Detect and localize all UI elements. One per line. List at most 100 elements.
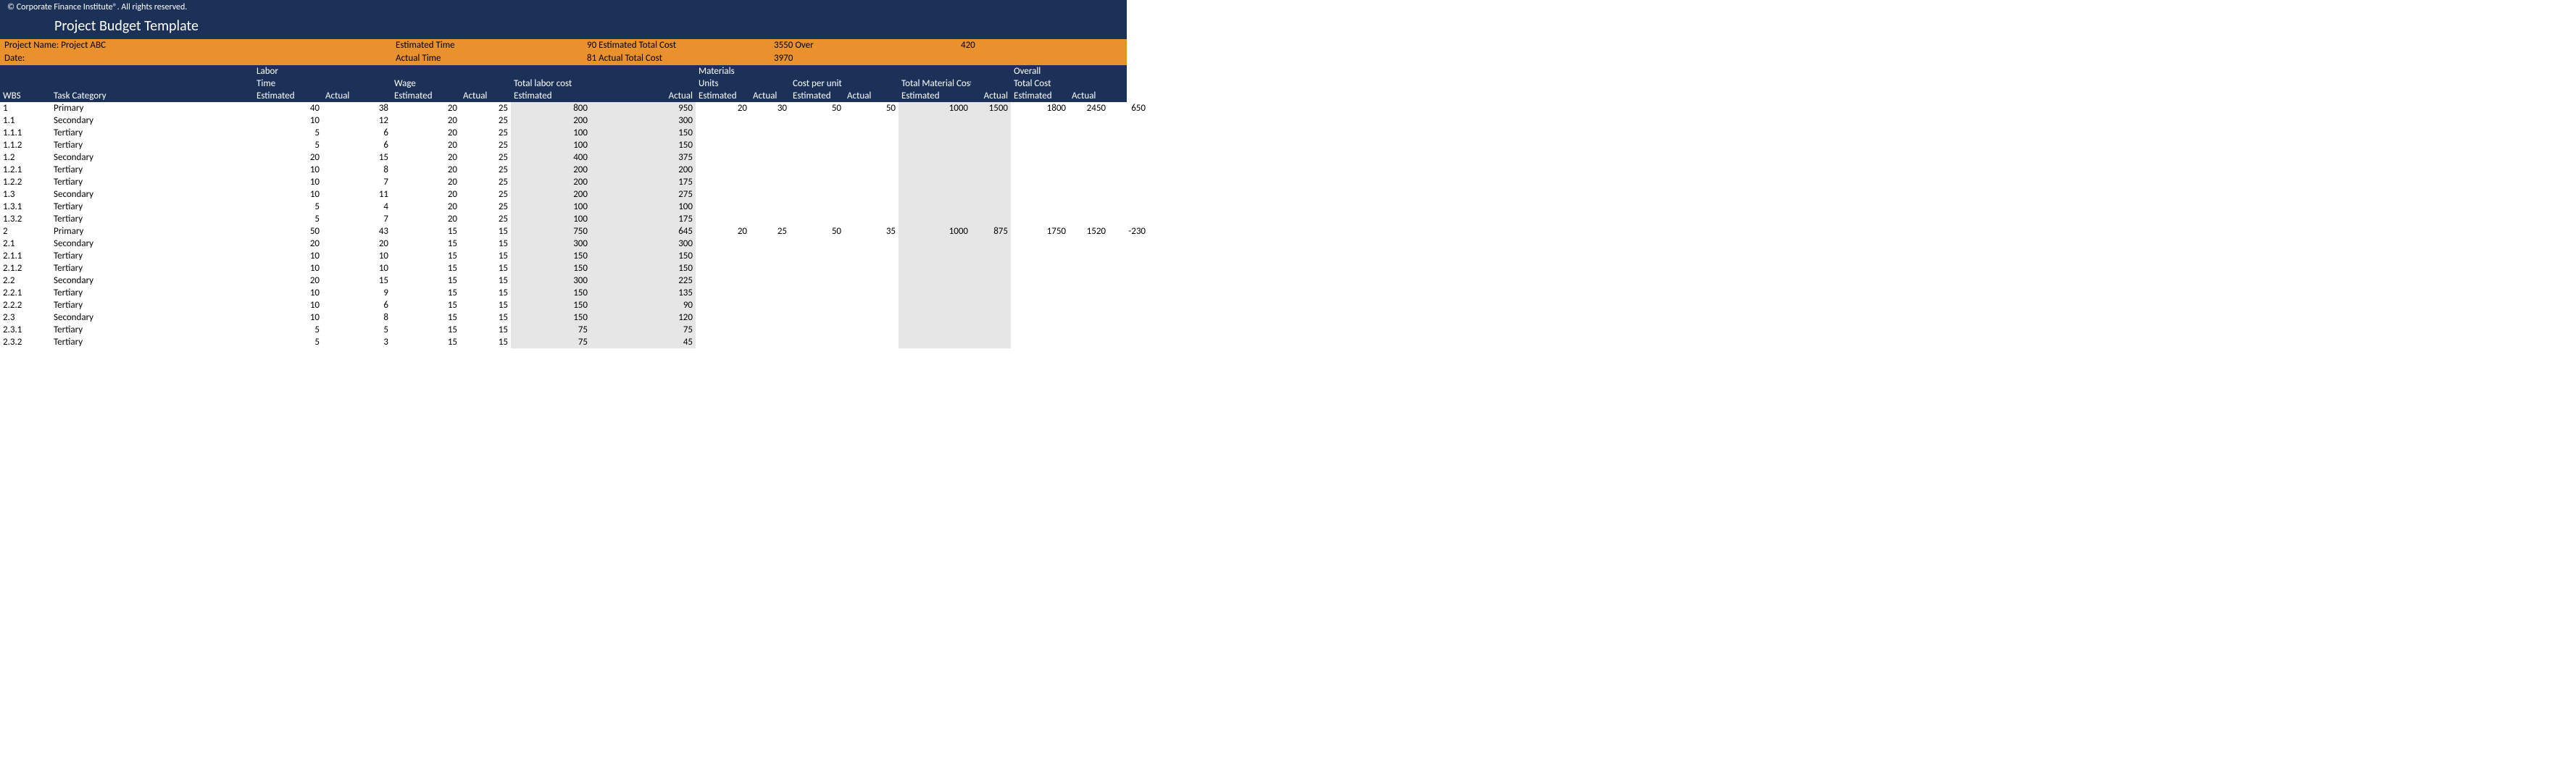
cell-cpa	[844, 213, 899, 225]
hdr-cpu-act: Actual	[844, 90, 899, 102]
cell-oa: 2450	[1069, 102, 1109, 114]
table-row: 2.3.1Tertiary5515157575	[0, 324, 1149, 336]
hdr-tmc-est: Estimated	[899, 90, 971, 102]
cell-cpa	[844, 274, 899, 287]
cell-ue	[696, 127, 750, 139]
cell-diff	[1109, 250, 1149, 262]
cell-ue	[696, 201, 750, 213]
cell-tme	[899, 188, 971, 201]
cell-cpa	[844, 287, 899, 299]
cell-task: Primary	[51, 102, 254, 114]
cell-ta: 15	[322, 274, 391, 287]
cell-wa: 15	[460, 311, 511, 324]
cell-task: Tertiary	[51, 262, 254, 274]
hdr-tlc-est: Estimated	[511, 90, 591, 102]
cell-tma	[971, 213, 1011, 225]
cell-oe	[1011, 164, 1069, 176]
cell-tla: 300	[591, 114, 696, 127]
cell-diff	[1109, 274, 1149, 287]
cell-we: 15	[391, 311, 460, 324]
cell-oa	[1069, 274, 1109, 287]
cell-oa	[1069, 311, 1109, 324]
cell-diff	[1109, 201, 1149, 213]
cell-te: 10	[254, 250, 322, 262]
cell-te: 10	[254, 299, 322, 311]
cell-tma	[971, 114, 1011, 127]
hdr-materials: Materials	[696, 65, 750, 77]
est-cost-label: Estimated Total Cost	[599, 40, 676, 51]
cell-diff	[1109, 299, 1149, 311]
cell-tle: 150	[511, 311, 591, 324]
cell-ua	[750, 324, 790, 336]
cell-ta: 10	[322, 250, 391, 262]
cell-tla: 175	[591, 176, 696, 188]
cell-ue: 20	[696, 102, 750, 114]
cell-wa: 25	[460, 127, 511, 139]
cell-ta: 8	[322, 164, 391, 176]
cell-tle: 750	[511, 225, 591, 238]
cell-tme	[899, 201, 971, 213]
cell-ua	[750, 213, 790, 225]
hdr-wage-act: Actual	[460, 90, 511, 102]
cell-task: Tertiary	[51, 127, 254, 139]
cell-oa	[1069, 336, 1109, 348]
cell-te: 20	[254, 151, 322, 164]
cell-wbs: 2.2	[0, 274, 51, 287]
cell-tme	[899, 287, 971, 299]
cell-wbs: 1.3	[0, 188, 51, 201]
cell-cpe	[790, 139, 844, 151]
cell-cpa	[844, 151, 899, 164]
cell-oe	[1011, 299, 1069, 311]
cell-diff	[1109, 164, 1149, 176]
cell-wbs: 1.2	[0, 151, 51, 164]
cell-oe	[1011, 188, 1069, 201]
cell-wa: 25	[460, 164, 511, 176]
project-name-label: Project Name: Project ABC	[4, 40, 396, 51]
hdr-units-est: Estimated	[696, 90, 750, 102]
cell-tla: 120	[591, 311, 696, 324]
table-row: 1.3.2Tertiary572025100175	[0, 213, 1149, 225]
cell-cpa	[844, 114, 899, 127]
cell-wa: 25	[460, 102, 511, 114]
cell-ue	[696, 324, 750, 336]
cell-task: Secondary	[51, 188, 254, 201]
cell-te: 5	[254, 201, 322, 213]
table-row: 1.1.2Tertiary562025100150	[0, 139, 1149, 151]
cell-tla: 645	[591, 225, 696, 238]
cell-cpe	[790, 176, 844, 188]
act-cost-label: Actual Total Cost	[599, 53, 662, 64]
cell-wa: 15	[460, 324, 511, 336]
cell-tla: 135	[591, 287, 696, 299]
cell-ta: 6	[322, 299, 391, 311]
cell-cpe	[790, 324, 844, 336]
table-row: 1Primary40382025800950203050501000150018…	[0, 102, 1149, 114]
cell-ua	[750, 336, 790, 348]
cell-tme	[899, 176, 971, 188]
cell-tle: 300	[511, 238, 591, 250]
cell-ue	[696, 274, 750, 287]
cell-task: Primary	[51, 225, 254, 238]
cell-task: Tertiary	[51, 139, 254, 151]
cell-diff	[1109, 114, 1149, 127]
cell-tla: 150	[591, 127, 696, 139]
cell-tla: 950	[591, 102, 696, 114]
cell-ta: 9	[322, 287, 391, 299]
cell-cpa	[844, 311, 899, 324]
cell-wa: 25	[460, 213, 511, 225]
cell-ue	[696, 311, 750, 324]
cell-cpe	[790, 213, 844, 225]
cell-task: Tertiary	[51, 299, 254, 311]
cell-ta: 38	[322, 102, 391, 114]
cell-wbs: 2.2.1	[0, 287, 51, 299]
cell-task: Secondary	[51, 274, 254, 287]
table-row: 1.2Secondary20152025400375	[0, 151, 1149, 164]
cell-wa: 15	[460, 238, 511, 250]
cell-wa: 25	[460, 114, 511, 127]
cell-oe	[1011, 287, 1069, 299]
cell-wbs: 2.1	[0, 238, 51, 250]
cell-we: 15	[391, 324, 460, 336]
hdr-wage-est: Estimated	[391, 90, 460, 102]
cell-ta: 3	[322, 336, 391, 348]
act-time-cost-cell: 81 Actual Total Cost	[587, 53, 774, 64]
cell-tme	[899, 151, 971, 164]
